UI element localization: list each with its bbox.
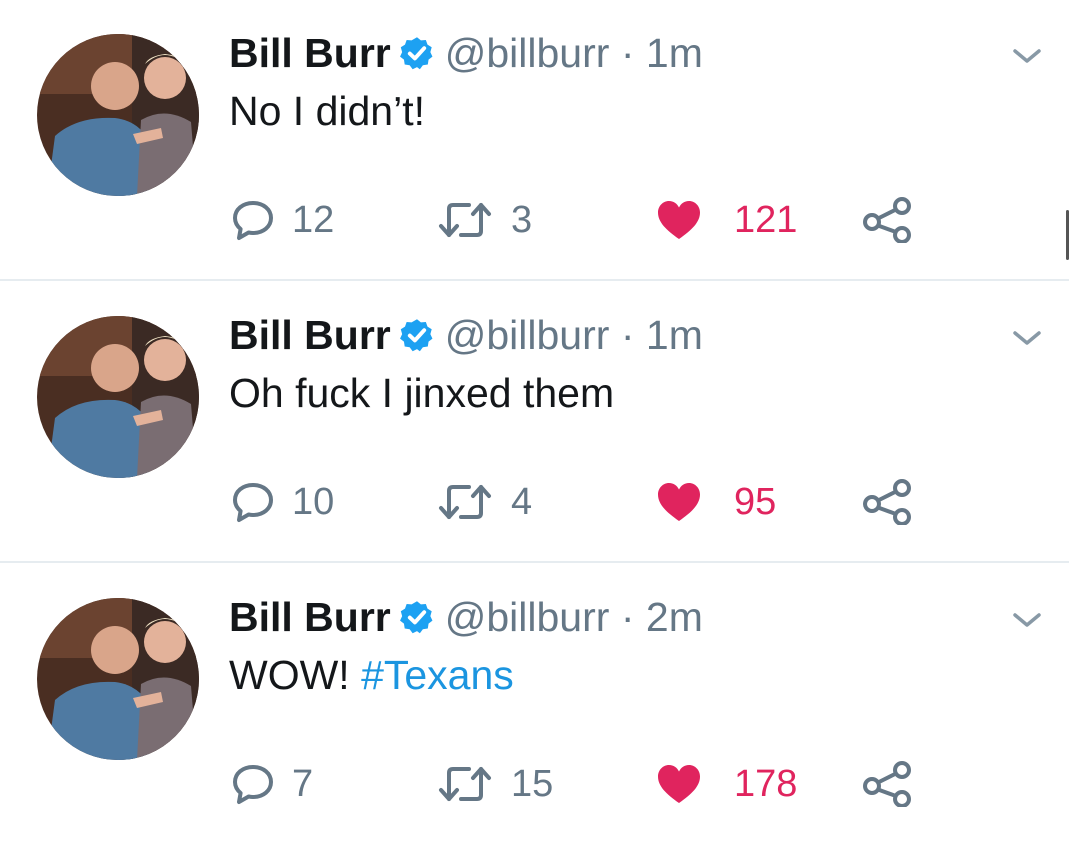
retweet-icon — [439, 767, 491, 801]
retweet-icon — [439, 203, 491, 237]
tweet-text: No I didn’t! — [229, 86, 425, 136]
tweet-divider — [0, 279, 1069, 281]
heart-icon — [658, 201, 700, 239]
reply-count: 12 — [292, 198, 335, 241]
display-name[interactable]: Bill Burr — [229, 594, 391, 640]
like-button[interactable]: 178 — [656, 754, 797, 814]
tweet-header: Bill Burr @billburr · 1m — [229, 28, 703, 78]
display-name[interactable]: Bill Burr — [229, 30, 391, 76]
share-icon — [863, 197, 911, 243]
tweet-text-body: Oh fuck I jinxed them — [229, 370, 615, 416]
retweet-count: 4 — [511, 480, 533, 523]
reply-count: 7 — [292, 762, 314, 805]
tweet-text: WOW! #Texans — [229, 650, 514, 700]
retweet-count: 15 — [511, 762, 554, 805]
user-handle[interactable]: @billburr — [445, 312, 610, 358]
verified-badge-icon — [399, 601, 433, 634]
chevron-down-icon[interactable] — [1012, 46, 1042, 66]
display-name[interactable]: Bill Burr — [229, 312, 391, 358]
separator-dot: · — [620, 30, 635, 76]
action-bar: 10 4 95 — [0, 472, 1069, 532]
share-button[interactable] — [862, 754, 914, 814]
chevron-down-icon[interactable] — [1012, 328, 1042, 348]
retweet-button[interactable]: 4 — [437, 472, 532, 532]
timestamp[interactable]: 2m — [646, 594, 703, 640]
tweet-header: Bill Burr @billburr · 2m — [229, 592, 703, 642]
share-icon — [863, 479, 911, 525]
verified-badge-icon — [399, 37, 433, 70]
user-handle[interactable]: @billburr — [445, 30, 610, 76]
retweet-count: 3 — [511, 198, 533, 241]
tweet[interactable]: Bill Burr @billburr · 1m Oh fuck I jinxed… — [0, 282, 1069, 564]
avatar-photo — [37, 34, 199, 196]
share-button[interactable] — [862, 472, 914, 532]
heart-icon — [658, 483, 700, 521]
like-button[interactable]: 95 — [656, 472, 776, 532]
verified-badge-icon — [399, 319, 433, 352]
avatar-photo — [37, 598, 199, 760]
user-handle[interactable]: @billburr — [445, 594, 610, 640]
tweet-header: Bill Burr @billburr · 1m — [229, 310, 703, 360]
retweet-icon — [439, 485, 491, 519]
tweet[interactable]: Bill Burr @billburr · 1m No I didn’t! 12 … — [0, 0, 1069, 282]
like-count: 178 — [734, 762, 798, 805]
avatar[interactable] — [37, 598, 199, 760]
tweet-feed: Bill Burr @billburr · 1m No I didn’t! 12 … — [0, 0, 1069, 830]
retweet-button[interactable]: 15 — [437, 754, 553, 814]
tweet-text-body: No I didn’t! — [229, 88, 425, 134]
reply-count: 10 — [292, 480, 335, 523]
avatar[interactable] — [37, 34, 199, 196]
reply-button[interactable]: 12 — [232, 190, 334, 250]
avatar-photo — [37, 316, 199, 478]
reply-icon — [233, 201, 273, 240]
like-count: 121 — [734, 198, 798, 241]
reply-icon — [233, 483, 273, 522]
avatar[interactable] — [37, 316, 199, 478]
timestamp[interactable]: 1m — [646, 312, 703, 358]
share-button[interactable] — [862, 190, 914, 250]
tweet-text-body: WOW! — [229, 652, 362, 698]
chevron-down-icon[interactable] — [1012, 610, 1042, 630]
hashtag-link[interactable]: #Texans — [361, 652, 514, 698]
reply-button[interactable]: 7 — [232, 754, 313, 814]
action-bar: 12 3 121 — [0, 190, 1069, 250]
timestamp[interactable]: 1m — [646, 30, 703, 76]
tweet[interactable]: Bill Burr @billburr · 2m WOW! #Texans 7 1… — [0, 564, 1069, 846]
tweet-text: Oh fuck I jinxed them — [229, 368, 614, 418]
share-icon — [863, 761, 911, 807]
separator-dot: · — [620, 594, 635, 640]
separator-dot: · — [620, 312, 635, 358]
retweet-button[interactable]: 3 — [437, 190, 532, 250]
heart-icon — [658, 765, 700, 803]
reply-icon — [233, 765, 273, 804]
action-bar: 7 15 178 — [0, 754, 1069, 814]
like-button[interactable]: 121 — [656, 190, 797, 250]
reply-button[interactable]: 10 — [232, 472, 334, 532]
like-count: 95 — [734, 480, 777, 523]
tweet-divider — [0, 561, 1069, 563]
